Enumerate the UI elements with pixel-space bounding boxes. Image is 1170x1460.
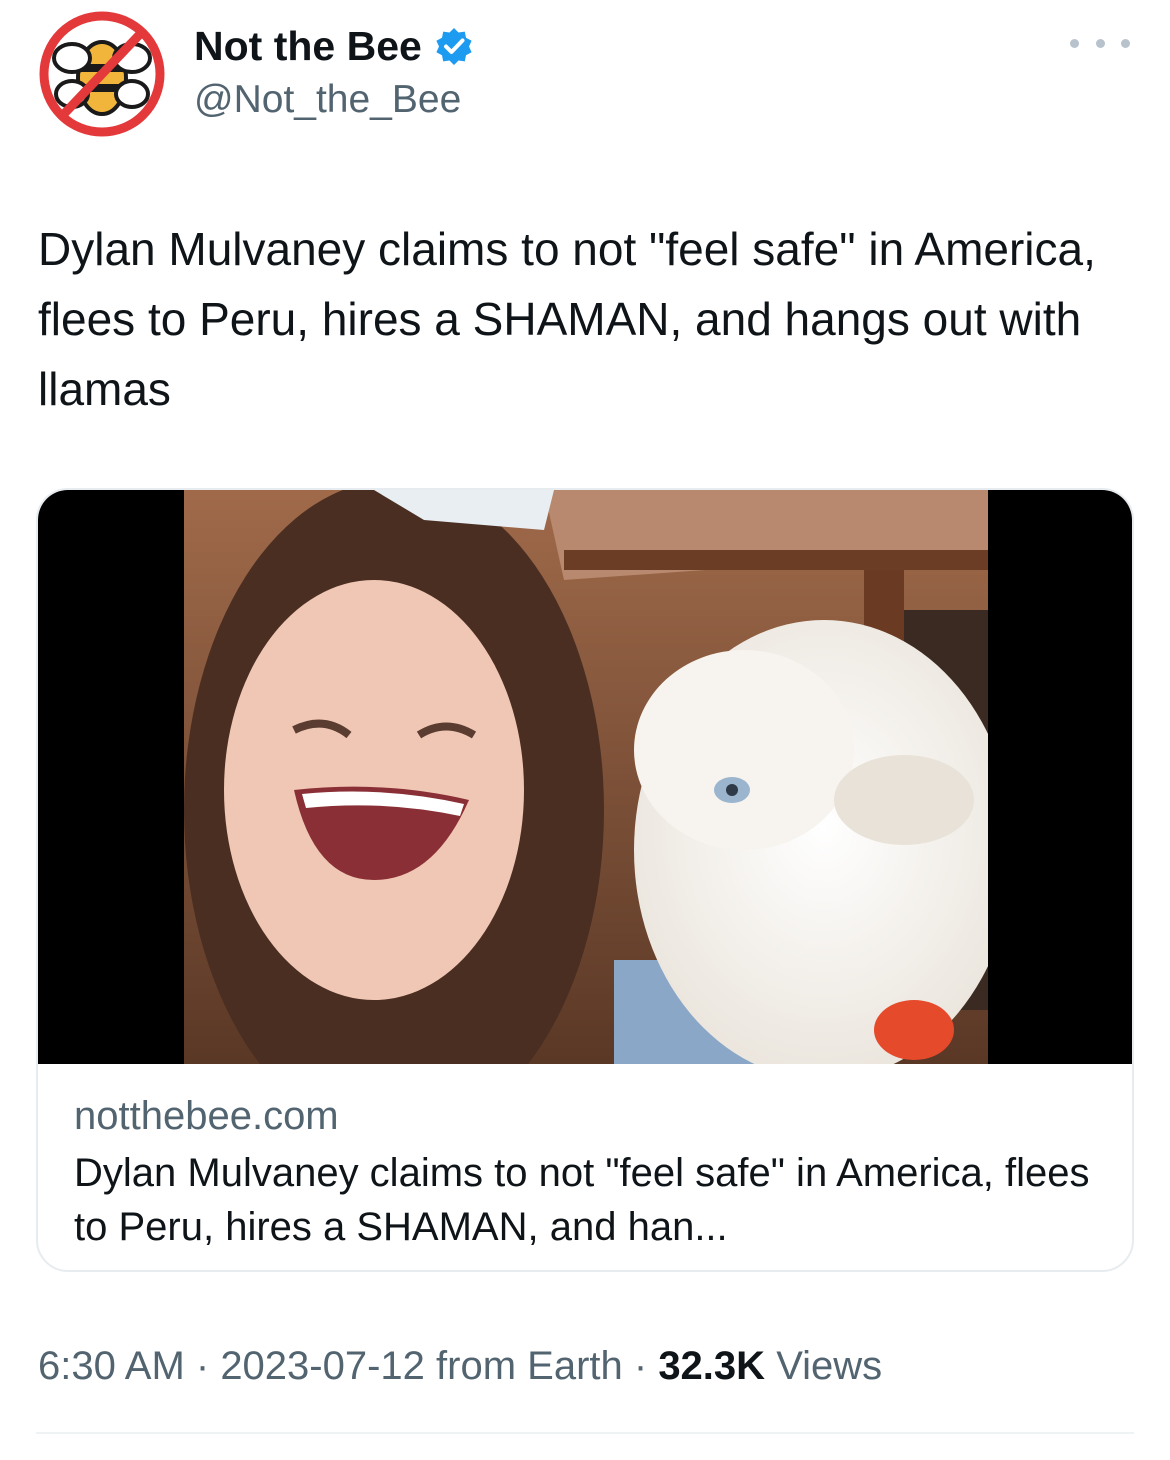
verified-badge-icon[interactable] (434, 26, 474, 66)
author-handle[interactable]: @Not_the_Bee (194, 78, 474, 122)
not-the-bee-logo-icon (38, 10, 166, 138)
tweet-date[interactable]: 2023-07-12 (220, 1344, 425, 1388)
tweet-container: Not the Bee @Not_the_Bee Dylan Mulvaney … (0, 0, 1170, 1460)
display-name[interactable]: Not the Bee (194, 23, 422, 70)
more-options-icon[interactable] (1070, 28, 1130, 58)
card-title: Dylan Mulvaney claims to not "feel safe"… (74, 1151, 1090, 1249)
tweet-source: from Earth (436, 1344, 623, 1388)
tweet-text: Dylan Mulvaney claims to not "feel safe"… (38, 223, 1096, 415)
card-photo (184, 490, 988, 1064)
card-image[interactable] (38, 490, 1132, 1064)
separator: · (184, 1344, 221, 1388)
more-dot (1070, 38, 1079, 48)
tweet-time[interactable]: 6:30 AM (38, 1344, 185, 1388)
separator: · (622, 1344, 659, 1388)
divider (36, 1432, 1134, 1434)
card-domain: notthebee.com (74, 1094, 339, 1138)
more-dot (1121, 38, 1130, 48)
author-block: Not the Bee @Not_the_Bee (194, 18, 474, 122)
tweet-metadata: 6:30 AM · 2023-07-12 from Earth · 32.3K … (38, 1344, 882, 1389)
avatar[interactable] (36, 8, 168, 140)
link-card[interactable]: notthebee.com Dylan Mulvaney claims to n… (36, 488, 1134, 1272)
more-dot (1095, 38, 1105, 48)
views-count[interactable]: 32.3K (658, 1344, 765, 1388)
display-name-row: Not the Bee (194, 18, 474, 74)
card-meta: notthebee.com Dylan Mulvaney claims to n… (74, 1090, 1104, 1254)
views-label: Views (776, 1344, 883, 1388)
